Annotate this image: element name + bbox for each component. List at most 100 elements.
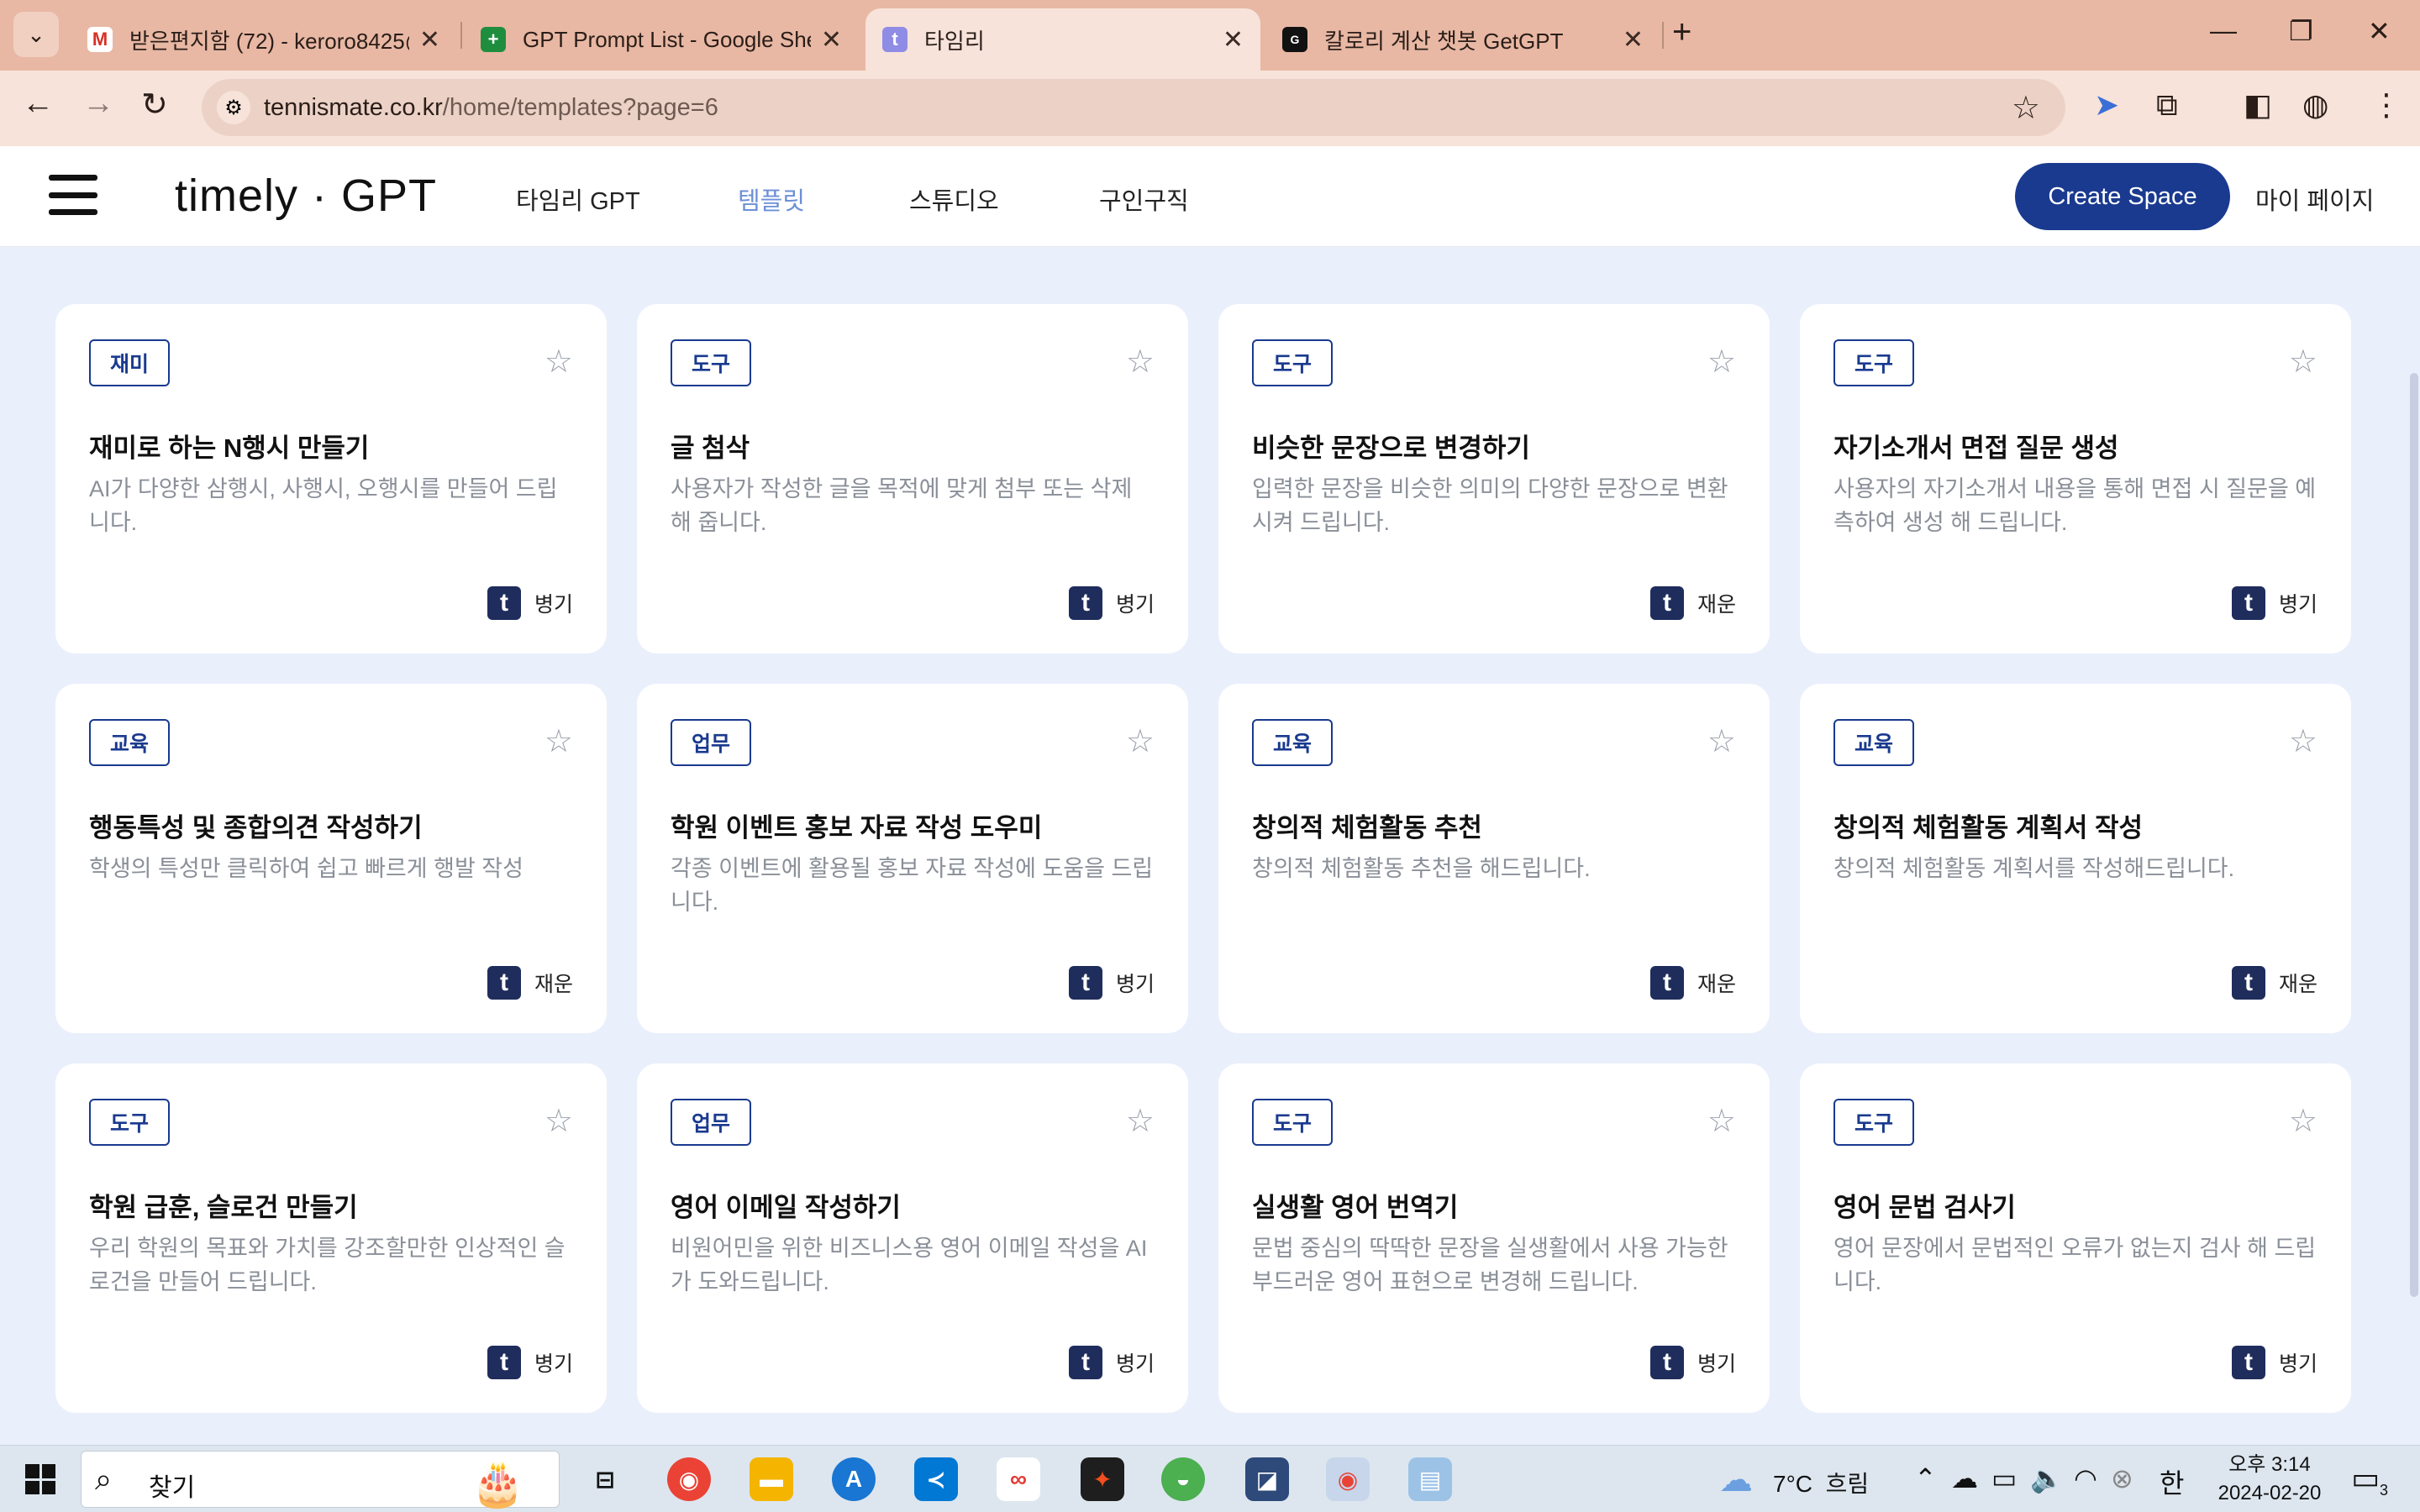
template-card[interactable]: 도구 ☆ 실생활 영어 번역기 문법 중심의 딱딱한 문장을 실생활에서 사용 … (1218, 1063, 1770, 1413)
forward-button[interactable]: → (82, 86, 114, 122)
chrome-active-icon[interactable]: ◉ (1326, 1457, 1370, 1501)
address-bar[interactable]: ⚙ tennismate.co.kr/home/templates?page=6… (202, 79, 2065, 136)
ime-indicator[interactable]: 한 (2160, 1462, 2184, 1501)
timely-logo-icon: t (2231, 966, 2265, 1000)
browser-tab-getgpt[interactable]: G 칼로리 계산 챗봇 GetGPT ✕ (1265, 8, 1660, 71)
template-card[interactable]: 교육 ☆ 창의적 체험활동 계획서 작성 창의적 체험활동 계획서를 작성해드립… (1800, 684, 2351, 1033)
template-card[interactable]: 교육 ☆ 행동특성 및 종합의견 작성하기 학생의 특성만 클릭하여 쉽고 빠르… (55, 684, 607, 1033)
template-card[interactable]: 업무 ☆ 영어 이메일 작성하기 비원어민을 위한 비즈니스용 영어 이메일 작… (637, 1063, 1188, 1413)
site-logo[interactable]: timely · GPT (175, 170, 437, 222)
blocked-icon[interactable]: ⊗ (2111, 1462, 2133, 1494)
favorite-star-icon[interactable]: ☆ (1707, 722, 1736, 760)
card-title: 행동특성 및 종합의견 작성하기 (89, 813, 423, 843)
favorite-star-icon[interactable]: ☆ (544, 722, 573, 760)
create-space-button[interactable]: Create Space (2015, 163, 2230, 230)
bookmark-star-icon[interactable]: ☆ (2012, 89, 2040, 127)
my-page-link[interactable]: 마이 페이지 (2255, 181, 2374, 217)
card-description: 비원어민을 위한 비즈니스용 영어 이메일 작성을 AI가 도와드립니다. (671, 1236, 1148, 1294)
page-scrollbar[interactable] (2407, 247, 2420, 1445)
wifi-icon[interactable]: ◠ (2074, 1462, 2097, 1494)
favorite-star-icon[interactable]: ☆ (544, 1102, 573, 1140)
scrollbar-thumb[interactable] (2410, 373, 2418, 1297)
template-card[interactable]: 재미 ☆ 재미로 하는 N행시 만들기 AI가 다양한 삼행시, 사행시, 오행… (55, 304, 607, 654)
whale-browser-icon[interactable]: ◒ (1161, 1457, 1205, 1501)
template-card[interactable]: 교육 ☆ 창의적 체험활동 추천 창의적 체험활동 추천을 해드립니다. t 재운 (1218, 684, 1770, 1033)
reload-button[interactable]: ↻ (141, 86, 168, 123)
weather-temp[interactable]: 7°C 흐림 (1773, 1466, 1869, 1499)
figma-icon[interactable]: ✦ (1081, 1457, 1124, 1501)
chrome-icon[interactable]: ◉ (667, 1457, 711, 1501)
favorite-star-icon[interactable]: ☆ (1126, 722, 1155, 760)
template-card[interactable]: 도구 ☆ 글 첨삭 사용자가 작성한 글을 목적에 맞게 첨부 또는 삭제 해 … (637, 304, 1188, 654)
volume-mute-icon[interactable]: 🔈 (2030, 1462, 2064, 1494)
favorite-star-icon[interactable]: ☆ (1707, 343, 1736, 381)
minimize-icon: — (2210, 15, 2237, 45)
card-description: 우리 학원의 목표와 가치를 강조할만한 인상적인 슬로건을 만들어 드립니다. (89, 1236, 566, 1294)
nav-timely-gpt[interactable]: 타임리 GPT (516, 181, 640, 217)
cursor-extension-icon[interactable]: ➤ (2094, 87, 2119, 123)
chevron-down-icon: ⌄ (27, 21, 45, 47)
nav-jobs[interactable]: 구인구직 (1099, 181, 1189, 217)
task-view-icon[interactable]: ⊟ (583, 1457, 627, 1501)
url-text[interactable]: tennismate.co.kr/home/templates?page=6 (264, 94, 718, 122)
app-store-icon[interactable]: A (832, 1457, 876, 1501)
vscode-icon[interactable]: ≺ (914, 1457, 958, 1501)
cloud-icon[interactable]: ☁ (1719, 1461, 1753, 1499)
favorite-star-icon[interactable]: ☆ (544, 343, 573, 381)
chevron-up-icon[interactable]: ⌃ (1914, 1462, 1937, 1494)
favorite-star-icon[interactable]: ☆ (2289, 1102, 2317, 1140)
notepad-icon[interactable]: ▤ (1408, 1457, 1452, 1501)
category-badge: 도구 (89, 1099, 170, 1146)
back-button[interactable]: ← (22, 86, 54, 122)
tab-search-button[interactable]: ⌄ (13, 12, 59, 57)
new-tab-button[interactable]: + (1672, 13, 1691, 51)
template-card[interactable]: 도구 ☆ 자기소개서 면접 질문 생성 사용자의 자기소개서 내용을 통해 면접… (1800, 304, 2351, 654)
template-card[interactable]: 도구 ☆ 영어 문법 검사기 영어 문장에서 문법적인 오류가 없는지 검사 해… (1800, 1063, 2351, 1413)
close-icon[interactable]: ✕ (1623, 25, 1644, 55)
restore-button[interactable]: ❐ (2289, 15, 2313, 47)
browser-tab-sheets[interactable]: + GPT Prompt List - Google She ✕ (464, 8, 859, 71)
extensions-icon[interactable]: ⧉ (2156, 87, 2178, 123)
side-panel-icon[interactable]: ◧ (2244, 87, 2272, 123)
nav-studio[interactable]: 스튜디오 (909, 181, 999, 217)
favorite-star-icon[interactable]: ☆ (1707, 1102, 1736, 1140)
close-icon[interactable]: ✕ (1223, 25, 1244, 55)
favorite-star-icon[interactable]: ☆ (2289, 343, 2317, 381)
close-window-button[interactable]: ✕ (2368, 15, 2391, 47)
card-title: 재미로 하는 N행시 만들기 (89, 433, 370, 463)
favorite-star-icon[interactable]: ☆ (2289, 722, 2317, 760)
hamburger-menu-icon[interactable] (49, 175, 97, 215)
taskbar-clock[interactable]: 오후 3:14 2024-02-20 (2215, 1451, 2324, 1508)
card-author: t 병기 (2231, 586, 2317, 620)
battery-icon[interactable]: ▭ (1991, 1462, 2017, 1494)
author-name: 재운 (1697, 593, 1736, 617)
browser-tab-timely[interactable]: t 타임리 ✕ (865, 8, 1260, 71)
profile-avatar[interactable]: ◍ (2302, 87, 2328, 123)
template-card[interactable]: 도구 ☆ 학원 급훈, 슬로건 만들기 우리 학원의 목표와 가치를 강조할만한… (55, 1063, 607, 1413)
taskbar-search-input[interactable]: ⌕ 찾기 🎂 (81, 1451, 560, 1509)
category-badge: 도구 (671, 339, 751, 386)
card-author: t 재운 (1649, 966, 1736, 1000)
template-card[interactable]: 도구 ☆ 비슷한 문장으로 변경하기 입력한 문장을 비슷한 의미의 다양한 문… (1218, 304, 1770, 654)
copilot-icon[interactable]: ∞ (997, 1457, 1040, 1501)
nav-templates[interactable]: 템플릿 (738, 181, 805, 217)
timely-logo-icon: t (1649, 966, 1684, 1000)
remote-desktop-icon[interactable]: ◪ (1245, 1457, 1289, 1501)
favorite-star-icon[interactable]: ☆ (1126, 343, 1155, 381)
onedrive-icon[interactable]: ☁ (1951, 1462, 1978, 1494)
favorite-star-icon[interactable]: ☆ (1126, 1102, 1155, 1140)
google-sheets-icon: + (481, 27, 506, 52)
minimize-button[interactable]: — (2210, 15, 2237, 46)
notification-icon[interactable]: ▭3 (2351, 1461, 2388, 1499)
close-icon[interactable]: ✕ (821, 25, 842, 55)
template-card[interactable]: 업무 ☆ 학원 이벤트 홍보 자료 작성 도우미 각종 이벤트에 활용될 홍보 … (637, 684, 1188, 1033)
clock-time: 오후 3:14 (2228, 1453, 2311, 1476)
file-explorer-icon[interactable]: ▬ (750, 1457, 793, 1501)
windows-start-icon[interactable] (25, 1464, 55, 1494)
close-icon: ✕ (2368, 16, 2391, 46)
browser-tab-gmail[interactable]: M 받은편지함 (72) - keroro8425@ ✕ (71, 8, 457, 71)
close-icon[interactable]: ✕ (419, 25, 440, 55)
more-menu-icon[interactable]: ⋮ (2371, 87, 2402, 123)
site-info-icon[interactable]: ⚙ (217, 91, 250, 124)
card-author: t 병기 (2231, 1346, 2317, 1379)
